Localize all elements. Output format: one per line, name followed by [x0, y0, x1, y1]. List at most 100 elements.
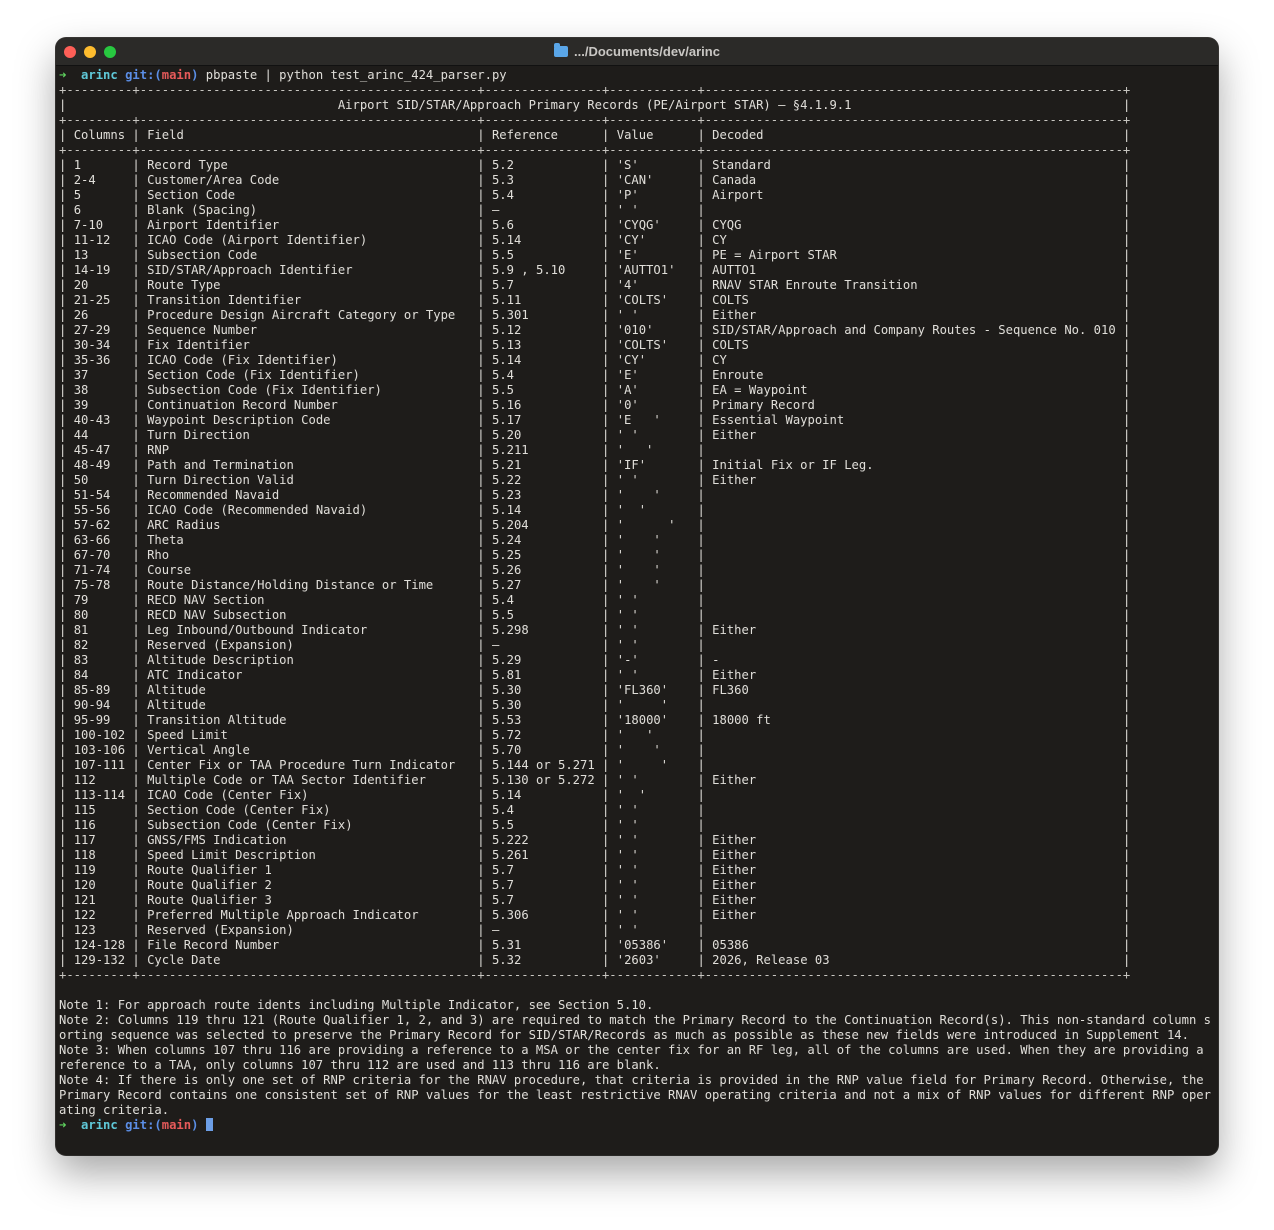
table-cell: PE = Airport STAR	[712, 248, 837, 262]
table-cell: 5.32	[491, 953, 522, 967]
table-cell: Course	[147, 563, 192, 577]
table-cell: 5.5	[491, 248, 514, 262]
table-row: | 113-114 | ICAO Code (Center Fix) | 5.1…	[59, 788, 1131, 802]
table-cell: Airport Identifier	[147, 218, 280, 232]
folder-icon	[554, 43, 569, 57]
table-row: | 83 | Altitude Description | 5.29 | '-'…	[59, 653, 1131, 667]
table-cell: Turn Direction Valid	[147, 473, 294, 487]
table-cell: 5.306	[491, 908, 529, 922]
table-cell: CYQG	[712, 218, 742, 232]
table-cell: 11-12	[73, 233, 111, 247]
table-cell: Either	[712, 773, 757, 787]
table-cell: 85-89	[73, 683, 111, 697]
table-row: | 90-94 | Altitude | 5.30 | ' ' | |	[59, 698, 1131, 712]
table-cell: -	[712, 653, 720, 667]
table-cell: 63-66	[73, 533, 111, 547]
table-cell: 39	[73, 398, 89, 412]
table-cell: ' '	[616, 533, 661, 547]
window-title: .../Documents/dev/arinc	[56, 43, 1218, 59]
table-border: +---------+-----------------------------…	[59, 968, 1131, 982]
table-cell: 13	[73, 248, 89, 262]
table-row: | 63-66 | Theta | 5.24 | ' ' | |	[59, 533, 1131, 547]
table-cell: ICAO Code (Recommended Navaid)	[147, 503, 368, 517]
table-cell: Reserved (Expansion)	[147, 923, 294, 937]
prompt-directory: arinc	[81, 68, 118, 82]
table-row: | 45-47 | RNP | 5.211 | ' ' | |	[59, 443, 1131, 457]
table-cell: Theta	[147, 533, 184, 547]
table-cell: SID/STAR/Approach Identifier	[147, 263, 353, 277]
table-row: | 75-78 | Route Distance/Holding Distanc…	[59, 578, 1131, 592]
table-cell: 5.7	[491, 863, 514, 877]
table-cell: Multiple Code or TAA Sector Identifier	[147, 773, 426, 787]
table-row: | 112 | Multiple Code or TAA Sector Iden…	[59, 773, 1131, 787]
notes: Note 1: For approach route idents includ…	[59, 998, 1215, 1118]
command-prompt-line: ➜ arinc git:(main) pbpaste | python test…	[59, 68, 1215, 83]
table-row: | 115 | Section Code (Center Fix) | 5.4 …	[59, 803, 1131, 817]
table-cell: 103-106	[73, 743, 126, 757]
table-row: | 6 | Blank (Spacing) | — | ' ' | |	[59, 203, 1131, 217]
table-cell: ICAO Code (Fix Identifier)	[147, 353, 338, 367]
table-cell: 82	[73, 638, 89, 652]
active-prompt-line[interactable]: ➜ arinc git:(main)	[59, 1118, 1215, 1133]
table-cell: 48-49	[73, 458, 111, 472]
table-cell: 40-43	[73, 413, 111, 427]
table-cell: ' '	[616, 518, 676, 532]
table-cell: 5.70	[491, 743, 522, 757]
table-cell: Preferred Multiple Approach Indicator	[147, 908, 419, 922]
table-cell: '18000'	[616, 713, 669, 727]
table-cell: 5.4	[491, 803, 514, 817]
table-row: | 80 | RECD NAV Subsection | 5.5 | ' ' |…	[59, 608, 1131, 622]
prompt-arrow: ➜	[59, 1118, 67, 1132]
table-cell: 30-34	[73, 338, 111, 352]
table-cell: CY	[712, 353, 727, 367]
table-cell: Either	[712, 668, 757, 682]
table-cell: Altitude	[147, 698, 206, 712]
table-cell: ' '	[616, 758, 669, 772]
table-cell: ' '	[616, 893, 639, 907]
table-cell: Value	[616, 128, 654, 142]
table-cell: 'P'	[616, 188, 639, 202]
table-row: | 26 | Procedure Design Aircraft Categor…	[59, 308, 1131, 322]
table-cell: ' '	[616, 728, 654, 742]
table-row: | 40-43 | Waypoint Description Code | 5.…	[59, 413, 1131, 427]
table-cell: 5.301	[491, 308, 529, 322]
table-cell: '2603'	[616, 953, 661, 967]
table-cell: 5.7	[491, 878, 514, 892]
table-cell: ' '	[616, 503, 647, 517]
terminal-output[interactable]: ➜ arinc git:(main) pbpaste | python test…	[59, 68, 1215, 1133]
table-cell: 5.72	[491, 728, 522, 742]
table-row: | 100-102 | Speed Limit | 5.72 | ' ' | |	[59, 728, 1131, 742]
table-cell: 95-99	[73, 713, 111, 727]
table-cell: Speed Limit	[147, 728, 228, 742]
table-row: | 11-12 | ICAO Code (Airport Identifier)…	[59, 233, 1131, 247]
table-cell: 2026, Release 03	[712, 953, 830, 967]
table-cell: '4'	[616, 278, 639, 292]
table-cell: ' '	[616, 788, 647, 802]
table-cell: 5.4	[491, 593, 514, 607]
table-cell: 5.222	[491, 833, 529, 847]
table-cell: 5.5	[491, 818, 514, 832]
table-cell: 20	[73, 278, 89, 292]
table-cell: ' '	[616, 623, 639, 637]
table-cell: Altitude	[147, 683, 206, 697]
table-cell: 116	[73, 818, 96, 832]
table-cell: 38	[73, 383, 89, 397]
table-cell: Either	[712, 848, 757, 862]
table-cell: ' '	[616, 818, 639, 832]
table-cell: Path and Termination	[147, 458, 294, 472]
table-cell: Either	[712, 428, 757, 442]
table-cell: 55-56	[73, 503, 111, 517]
note-3: Note 3: When columns 107 thru 116 are pr…	[59, 1043, 1211, 1072]
table-cell: Either	[712, 308, 757, 322]
table-cell: 113-114	[73, 788, 126, 802]
prompt-git-close: )	[191, 1118, 199, 1132]
table-cell: ARC Radius	[147, 518, 221, 532]
table-cell: ' '	[616, 923, 639, 937]
table-cell: 35-36	[73, 353, 111, 367]
table-cell: ATC Indicator	[147, 668, 243, 682]
table-cell: 67-70	[73, 548, 111, 562]
table-cell: Subsection Code (Fix Identifier)	[147, 383, 382, 397]
table-cell: 120	[73, 878, 96, 892]
table-cell: '-'	[616, 653, 639, 667]
table-cell: Altitude Description	[147, 653, 294, 667]
